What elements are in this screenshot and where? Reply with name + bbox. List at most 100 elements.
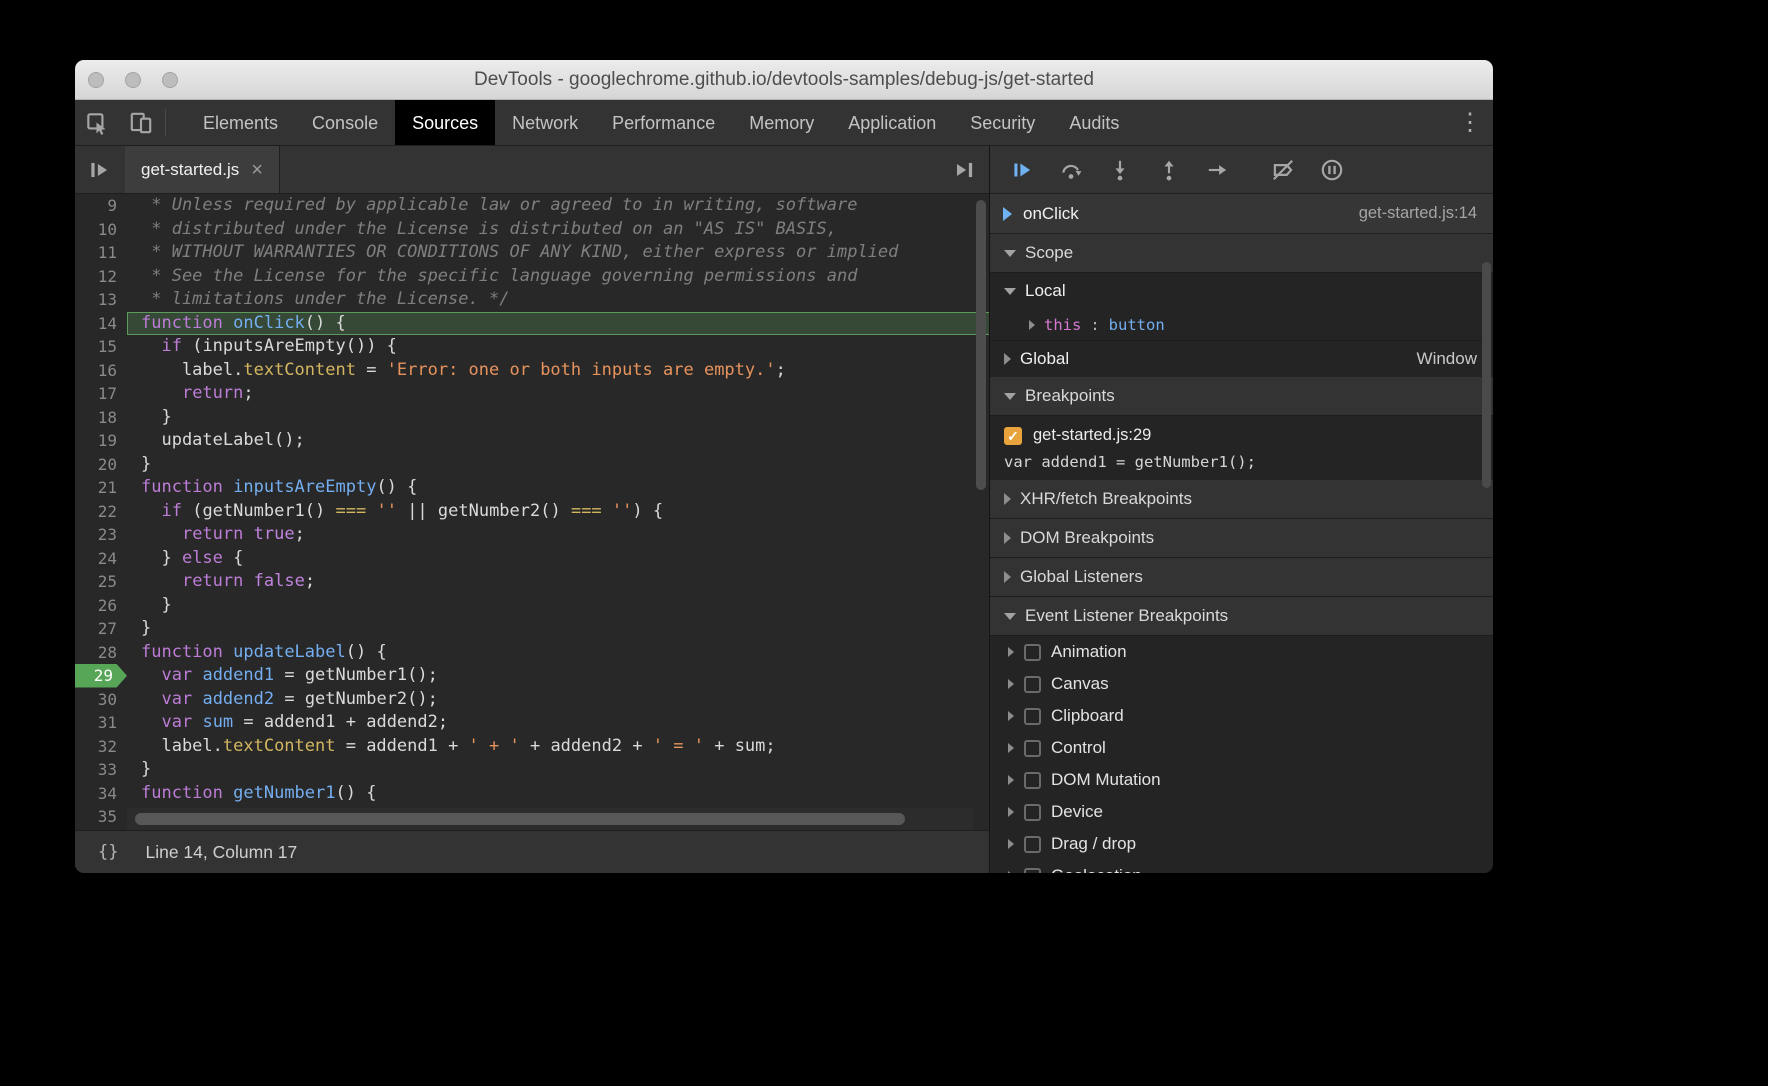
minimize-window-button[interactable] xyxy=(125,72,141,88)
event-category-label: Device xyxy=(1051,802,1103,822)
line-number[interactable]: 24 xyxy=(75,547,127,571)
line-number[interactable]: 12 xyxy=(75,265,127,289)
line-number[interactable]: 15 xyxy=(75,335,127,359)
file-tab[interactable]: get-started.js × xyxy=(125,146,280,193)
maximize-window-button[interactable] xyxy=(162,72,178,88)
device-toolbar-icon[interactable] xyxy=(119,100,163,145)
code-editor[interactable]: 9 * Unless required by applicable law or… xyxy=(75,194,989,830)
event-category-animation[interactable]: Animation xyxy=(990,636,1493,668)
section-xhr-fetch-breakpoints[interactable]: XHR/fetch Breakpoints xyxy=(990,480,1493,519)
inspect-element-icon[interactable] xyxy=(75,100,119,145)
code-text: } xyxy=(127,758,989,782)
event-category-geolocation[interactable]: Geolocation xyxy=(990,860,1493,873)
line-number[interactable]: 18 xyxy=(75,406,127,430)
line-number[interactable]: 35 xyxy=(75,805,127,829)
chevron-right-icon xyxy=(1004,493,1011,505)
event-category-checkbox[interactable] xyxy=(1024,740,1041,757)
vertical-scrollbar[interactable] xyxy=(976,200,986,490)
event-category-checkbox[interactable] xyxy=(1024,836,1041,853)
line-number[interactable]: 31 xyxy=(75,711,127,735)
tab-network[interactable]: Network xyxy=(495,100,595,145)
event-category-label: Animation xyxy=(1051,642,1127,662)
section-global-listeners[interactable]: Global Listeners xyxy=(990,558,1493,597)
line-number[interactable]: 27 xyxy=(75,617,127,641)
section-dom-breakpoints[interactable]: DOM Breakpoints xyxy=(990,519,1493,558)
code-line-29: 29 var addend1 = getNumber1(); xyxy=(75,664,989,688)
tab-elements[interactable]: Elements xyxy=(186,100,295,145)
code-line-26: 26 } xyxy=(75,594,989,618)
code-line-25: 25 return false; xyxy=(75,570,989,594)
event-category-checkbox[interactable] xyxy=(1024,804,1041,821)
line-number[interactable]: 19 xyxy=(75,429,127,453)
event-category-checkbox[interactable] xyxy=(1024,708,1041,725)
line-number[interactable]: 16 xyxy=(75,359,127,383)
hide-debugger-sidebar-icon[interactable] xyxy=(939,146,989,193)
line-number[interactable]: 14 xyxy=(75,312,127,336)
line-number[interactable]: 30 xyxy=(75,688,127,712)
line-number[interactable]: 32 xyxy=(75,735,127,759)
code-line-14: 14function onClick() { xyxy=(75,312,989,336)
step-into-icon[interactable] xyxy=(1095,146,1144,193)
line-number[interactable]: 21 xyxy=(75,476,127,500)
cursor-position: Line 14, Column 17 xyxy=(145,842,297,863)
line-number[interactable]: 9 xyxy=(75,194,127,218)
close-window-button[interactable] xyxy=(88,72,104,88)
section-scope[interactable]: Scope xyxy=(990,234,1493,273)
line-number[interactable]: 10 xyxy=(75,218,127,242)
event-category-device[interactable]: Device xyxy=(990,796,1493,828)
tab-audits[interactable]: Audits xyxy=(1052,100,1136,145)
tab-performance[interactable]: Performance xyxy=(595,100,732,145)
section-breakpoints[interactable]: Breakpoints xyxy=(990,377,1493,416)
scope-variable-this[interactable]: this: button xyxy=(990,309,1493,340)
line-number[interactable]: 23 xyxy=(75,523,127,547)
event-category-control[interactable]: Control xyxy=(990,732,1493,764)
breakpoint-entry[interactable]: get-started.js:29 var addend1 = getNumbe… xyxy=(990,416,1493,480)
main-toolbar: ElementsConsoleSourcesNetworkPerformance… xyxy=(75,100,1493,146)
tab-sources[interactable]: Sources xyxy=(395,100,495,145)
event-category-checkbox[interactable] xyxy=(1024,676,1041,693)
line-number[interactable]: 36 xyxy=(75,829,127,831)
show-navigator-icon[interactable] xyxy=(75,146,125,193)
call-frame[interactable]: onClick get-started.js:14 xyxy=(990,194,1493,234)
line-number[interactable]: 25 xyxy=(75,570,127,594)
close-icon[interactable]: × xyxy=(251,160,263,180)
horizontal-scrollbar-thumb[interactable] xyxy=(135,813,905,825)
event-category-checkbox[interactable] xyxy=(1024,868,1041,874)
line-number[interactable]: 34 xyxy=(75,782,127,806)
step-icon[interactable] xyxy=(1193,146,1242,193)
more-options-icon[interactable]: ⋮ xyxy=(1447,100,1493,145)
scope-local[interactable]: Local xyxy=(990,273,1493,309)
breakpoint-marker[interactable]: 29 xyxy=(75,664,127,688)
step-over-icon[interactable] xyxy=(1046,146,1095,193)
line-number[interactable]: 26 xyxy=(75,594,127,618)
breakpoint-checkbox[interactable] xyxy=(1004,427,1022,445)
pretty-print-button[interactable]: {} xyxy=(91,839,125,865)
line-number[interactable]: 13 xyxy=(75,288,127,312)
tab-application[interactable]: Application xyxy=(831,100,953,145)
line-number[interactable]: 17 xyxy=(75,382,127,406)
event-category-drag-drop[interactable]: Drag / drop xyxy=(990,828,1493,860)
line-number[interactable]: 20 xyxy=(75,453,127,477)
line-number[interactable]: 11 xyxy=(75,241,127,265)
line-number[interactable]: 22 xyxy=(75,500,127,524)
event-category-canvas[interactable]: Canvas xyxy=(990,668,1493,700)
event-category-label: Control xyxy=(1051,738,1106,758)
line-number[interactable]: 33 xyxy=(75,758,127,782)
code-line-17: 17 return; xyxy=(75,382,989,406)
tab-memory[interactable]: Memory xyxy=(732,100,831,145)
resume-script-icon[interactable] xyxy=(997,146,1046,193)
section-event-listener-breakpoints[interactable]: Event Listener Breakpoints xyxy=(990,597,1493,636)
pause-on-exceptions-icon[interactable] xyxy=(1307,146,1356,193)
event-category-clipboard[interactable]: Clipboard xyxy=(990,700,1493,732)
step-out-icon[interactable] xyxy=(1144,146,1193,193)
scope-global[interactable]: Global Window xyxy=(990,340,1493,377)
tab-console[interactable]: Console xyxy=(295,100,395,145)
sidebar-scrollbar[interactable] xyxy=(1482,262,1491,488)
line-number[interactable]: 28 xyxy=(75,641,127,665)
event-category-checkbox[interactable] xyxy=(1024,772,1041,789)
event-category-checkbox[interactable] xyxy=(1024,644,1041,661)
deactivate-breakpoints-icon[interactable] xyxy=(1258,146,1307,193)
tab-security[interactable]: Security xyxy=(953,100,1052,145)
horizontal-scrollbar[interactable] xyxy=(127,808,973,830)
event-category-dom-mutation[interactable]: DOM Mutation xyxy=(990,764,1493,796)
